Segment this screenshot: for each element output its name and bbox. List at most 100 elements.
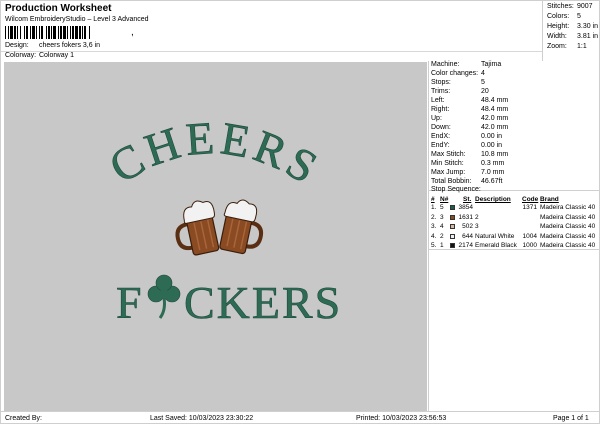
design-value: cheers fokers 3,6 in: [38, 42, 101, 49]
stat-value: 1:1: [577, 43, 587, 50]
properties-panel: Machine: Tajima Color changes: 4 Stops: 5 T…: [428, 61, 600, 411]
prop-endy: EndY: 0.00 in: [431, 142, 502, 149]
prop-label: Right:: [431, 106, 450, 113]
stop-row: 2. 3 1631 2 Madeira Classic 40: [429, 214, 600, 223]
design-canvas: CHEERS F CKERS: [4, 62, 427, 411]
stop-col-desc: Description: [475, 196, 511, 203]
stop-num: 5.: [431, 242, 437, 249]
prop-label: Min Stitch:: [431, 160, 464, 167]
stop-num: 2.: [431, 213, 437, 221]
stop-brand: Madeira Classic 40: [540, 232, 596, 240]
prop-value: 7.0 mm: [481, 169, 505, 176]
prop-value: 5: [481, 79, 485, 86]
stop-brand: Madeira Classic 40: [540, 223, 596, 230]
prop-value: 4: [481, 70, 485, 77]
stop-num: 1.: [431, 204, 437, 211]
stop-num: 3.: [431, 223, 437, 230]
colorway-value: Colorway 1: [38, 52, 74, 59]
prop-label: Machine:: [431, 61, 460, 68]
thread-swatch: [450, 224, 455, 229]
stop-stitches: 2174: [458, 242, 473, 249]
worksheet-header: Production Worksheet Wilcom EmbroiderySt…: [1, 1, 600, 61]
prop-down: Down: 42.0 mm: [431, 124, 508, 131]
prop-label: Stops:: [431, 79, 451, 86]
stop-stitches: 644: [462, 232, 473, 240]
stop-needle: 2: [440, 232, 444, 240]
prop-trims: Trims: 20: [431, 88, 489, 95]
stop-needle: 1: [440, 242, 444, 249]
prop-label: Left:: [431, 97, 445, 104]
stop-needle: 4: [440, 223, 444, 230]
prop-left: Left: 48.4 mm: [431, 97, 508, 104]
colorway-label: Colorway:: [5, 52, 37, 59]
stats-box: Stitches: 9007 Colors: 5 Height: 3.30 in Wi…: [542, 1, 600, 61]
stop-col-st: St.: [463, 196, 472, 203]
prop-stops: Stops: 5: [431, 79, 485, 86]
header-divider: [1, 51, 542, 52]
page-number: Page 1 of 1: [553, 415, 589, 422]
prop-value: 48.4 mm: [481, 97, 509, 104]
prop-label: Trims:: [431, 88, 451, 95]
stat-value: 3.30 in: [577, 23, 599, 30]
prop-value: 46.67ft: [481, 178, 503, 185]
stat-value: 9007: [577, 3, 593, 10]
stat-height: Height: 3.30 in: [547, 23, 598, 30]
software-subtitle: Wilcom EmbroideryStudio – Level 3 Advanc…: [5, 16, 149, 23]
stop-description: Emerald Black: [475, 242, 517, 249]
prop-value: Tajima: [481, 61, 502, 68]
prop-value: 42.0 mm: [481, 124, 509, 131]
stat-stitches: Stitches: 9007: [547, 3, 593, 10]
prop-max-jump: Max Jump: 7.0 mm: [431, 169, 504, 176]
prop-label: EndX:: [431, 133, 451, 140]
stop-brand: Madeira Classic 40: [540, 242, 596, 249]
stop-sequence-title: Stop Sequence:: [431, 186, 481, 193]
embroidery-design: CHEERS F CKERS: [100, 112, 340, 329]
thread-swatch: [450, 233, 455, 239]
stop-brand: Madeira Classic 40: [540, 204, 596, 211]
stat-colors: Colors: 5: [547, 13, 581, 20]
stop-needle: 5: [440, 204, 444, 211]
stop-description: 2: [475, 213, 479, 221]
barcode-suffix: ,: [131, 27, 134, 38]
stop-col-code: Code: [522, 196, 539, 203]
f-letter: F: [116, 277, 142, 328]
prop-label: Up:: [431, 115, 442, 122]
thread-swatch: [450, 243, 455, 248]
prop-value: 0.00 in: [481, 133, 503, 140]
stat-label: Colors:: [547, 13, 570, 20]
prop-value: 20: [481, 88, 489, 95]
prop-label: Total Bobbin:: [431, 178, 472, 185]
prop-min-stitch: Min Stitch: 0.3 mm: [431, 160, 504, 167]
colorway-row: Colorway: Colorway 1: [5, 52, 74, 59]
barcode-image: [5, 26, 90, 39]
thread-swatch: [450, 214, 455, 220]
stop-code: 1000: [522, 242, 537, 249]
prop-label: EndY:: [431, 142, 450, 149]
prop-value: 48.4 mm: [481, 106, 509, 113]
stop-needle: 3: [440, 213, 444, 221]
stat-zoom: Zoom: 1:1: [547, 43, 587, 50]
prop-max-stitch: Max Stitch: 10.8 mm: [431, 151, 508, 158]
thread-swatch: [450, 205, 455, 210]
stop-row: 4. 2 644 Natural White 1004 Madeira Classic 4…: [429, 233, 600, 242]
prop-up: Up: 42.0 mm: [431, 115, 508, 122]
stop-col-num: #: [431, 196, 435, 203]
design-row: Design: cheers fokers 3,6 in: [5, 42, 100, 49]
worksheet-title: Production Worksheet: [5, 3, 112, 14]
beer-mugs-icon: [175, 199, 264, 256]
prop-value: 0.00 in: [481, 142, 503, 149]
stop-brand: Madeira Classic 40: [540, 213, 596, 221]
stat-label: Height:: [547, 23, 570, 30]
stop-row: 1. 5 3854 1371 Madeira Classic 40: [429, 204, 600, 213]
design-label: Design:: [5, 42, 29, 49]
printed-date: Printed: 10/03/2023 23:56:53: [356, 415, 447, 422]
prop-right: Right: 48.4 mm: [431, 106, 508, 113]
stop-code: 1004: [522, 232, 537, 240]
stop-stitches: 1631: [458, 213, 473, 221]
prop-machine: Machine: Tajima: [431, 61, 501, 68]
prop-value: 10.8 mm: [481, 151, 509, 158]
stop-stitches: 3854: [458, 204, 473, 211]
worksheet-footer: Created By: Last Saved: 10/03/2023 23:30…: [1, 411, 600, 424]
prop-value: 42.0 mm: [481, 115, 509, 122]
stop-stitches: 502: [462, 223, 473, 230]
